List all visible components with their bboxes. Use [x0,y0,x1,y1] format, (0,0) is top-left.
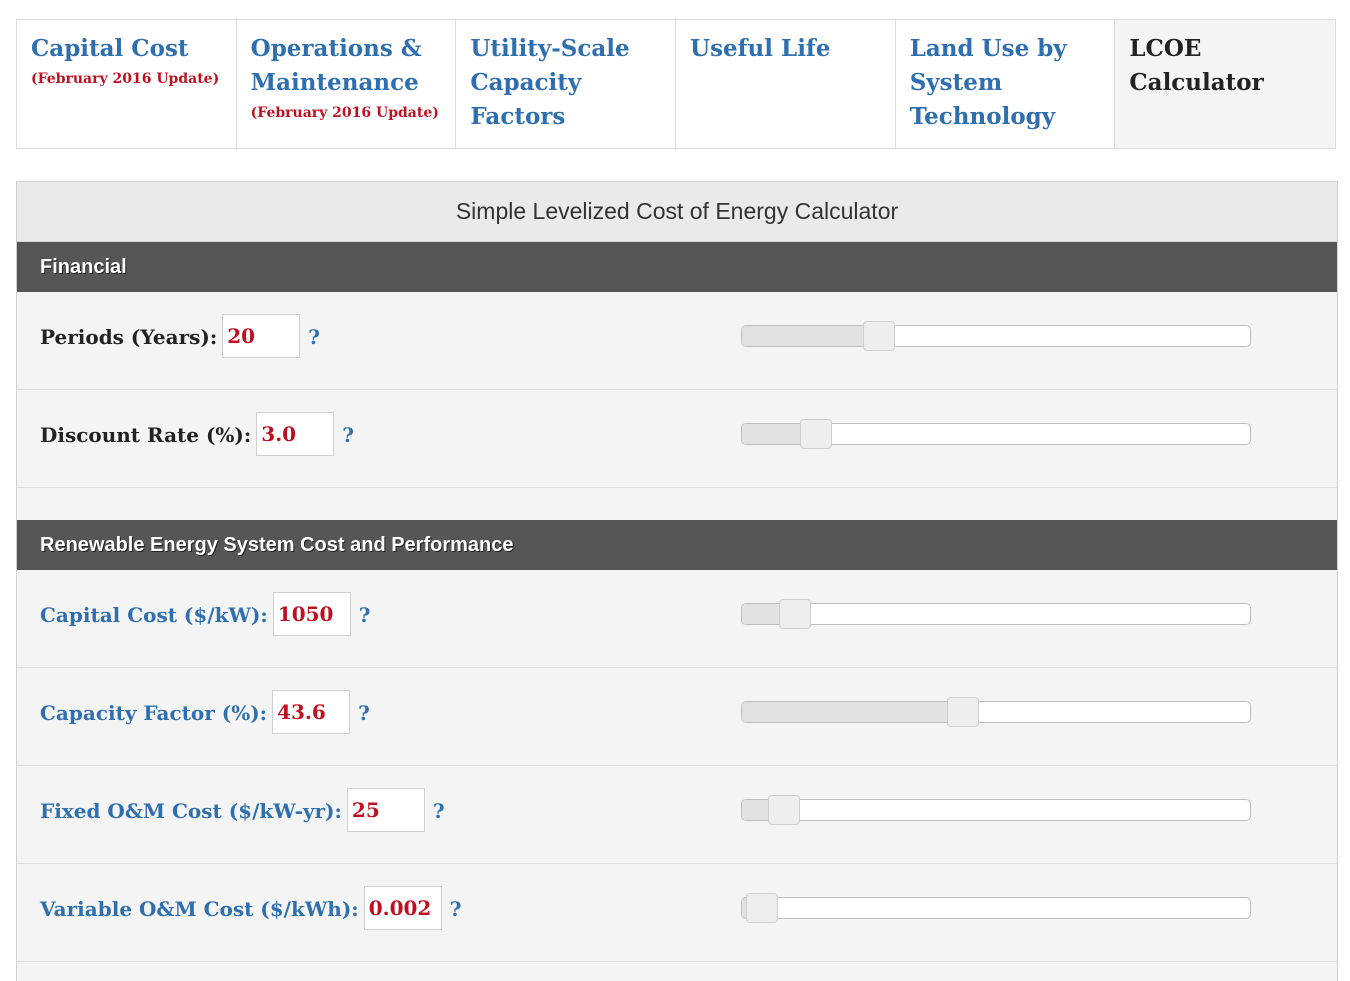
capacity-factor-input[interactable]: 43.6 [272,689,351,734]
variable-om-cost-help-icon[interactable]: ? [450,864,462,954]
capacity-factor-slider-handle[interactable] [946,697,979,727]
tab-capacity-factors-title[interactable]: Utility-Scale Capacity Factors [470,32,661,134]
tab-land-use-title[interactable]: Land Use by System Technology [910,32,1101,134]
fixed-om-cost-input[interactable]: 25 [346,787,425,832]
periods-label: Periods (Years): [40,325,218,349]
tab-land-use[interactable]: Land Use by System Technology [895,20,1116,148]
fixed-om-cost-label[interactable]: Fixed O&M Cost ($/kW-yr): [40,799,342,823]
capital-cost-slider[interactable] [741,599,1251,629]
fixed-om-cost-slider-handle[interactable] [768,795,801,825]
lcoe-calculator-panel: Simple Levelized Cost of Energy Calculat… [16,181,1338,981]
tab-capital-cost-title[interactable]: Capital Cost [31,32,222,66]
discount-rate-help-icon[interactable]: ? [342,390,354,480]
capacity-factor-slider-fill [742,702,963,722]
periods-slider-handle[interactable] [863,321,896,351]
tab-lcoe-calculator[interactable]: LCOE Calculator [1115,20,1336,148]
capacity-factor-label-group: Capacity Factor (%): 43.6? [40,668,370,766]
fixed-om-cost-row: Fixed O&M Cost ($/kW-yr): 25? [17,766,1337,864]
capital-cost-slider-handle[interactable] [779,599,812,629]
variable-om-cost-slider[interactable] [741,893,1251,923]
capital-cost-input[interactable]: 1050 [272,591,351,636]
discount-rate-label-group: Discount Rate (%): 3.0? [40,390,354,488]
tab-capacity-factors[interactable]: Utility-Scale Capacity Factors [456,20,677,148]
tab-operations-maintenance[interactable]: Operations & Maintenance (February 2016 … [236,20,457,148]
tab-useful-life[interactable]: Useful Life [676,20,896,148]
discount-rate-label: Discount Rate (%): [40,423,252,447]
tab-operations-maintenance-title[interactable]: Operations & Maintenance [251,32,442,100]
capacity-factor-help-icon[interactable]: ? [358,668,370,758]
discount-rate-slider[interactable] [741,419,1251,449]
capital-cost-help-icon[interactable]: ? [359,570,371,660]
capacity-factor-row: Capacity Factor (%): 43.6? [17,668,1337,766]
variable-om-cost-label[interactable]: Variable O&M Cost ($/kWh): [40,897,359,921]
periods-help-icon[interactable]: ? [308,292,320,382]
tab-operations-maintenance-subtitle: (February 2016 Update) [250,105,439,121]
fixed-om-cost-help-icon[interactable]: ? [433,766,445,856]
discount-rate-row: Discount Rate (%): 3.0? [17,390,1337,488]
tab-useful-life-title[interactable]: Useful Life [690,32,881,66]
periods-slider-fill [742,326,880,346]
capital-cost-row: Capital Cost ($/kW): 1050? [17,570,1337,668]
calculator-title: Simple Levelized Cost of Energy Calculat… [17,182,1337,242]
discount-rate-input[interactable]: 3.0 [256,411,335,456]
periods-slider[interactable] [741,321,1251,351]
tab-capital-cost-subtitle: (February 2016 Update) [31,71,220,87]
variable-om-cost-row: Variable O&M Cost ($/kWh): 0.002? [17,864,1337,962]
navigation-tabs: Capital Cost (February 2016 Update) Oper… [16,19,1336,149]
periods-label-group: Periods (Years): 20? [40,292,320,390]
periods-input[interactable]: 20 [222,313,301,358]
financial-section-header: Financial [17,242,1337,292]
variable-om-cost-slider-handle[interactable] [746,893,779,923]
tab-capital-cost[interactable]: Capital Cost (February 2016 Update) [17,20,237,148]
capacity-factor-slider[interactable] [741,697,1251,727]
capital-cost-label-group: Capital Cost ($/kW): 1050? [40,570,371,668]
variable-om-cost-label-group: Variable O&M Cost ($/kWh): 0.002? [40,864,461,962]
capacity-factor-label[interactable]: Capacity Factor (%): [40,701,267,725]
fixed-om-cost-slider[interactable] [741,795,1251,825]
variable-om-cost-input[interactable]: 0.002 [363,885,442,930]
fixed-om-cost-label-group: Fixed O&M Cost ($/kW-yr): 25? [40,766,445,864]
discount-rate-slider-handle[interactable] [799,419,832,449]
periods-row: Periods (Years): 20? [17,292,1337,390]
renewable-section-header: Renewable Energy System Cost and Perform… [17,520,1337,570]
capital-cost-label[interactable]: Capital Cost ($/kW): [40,603,268,627]
tab-lcoe-calculator-title[interactable]: LCOE Calculator [1129,32,1321,100]
